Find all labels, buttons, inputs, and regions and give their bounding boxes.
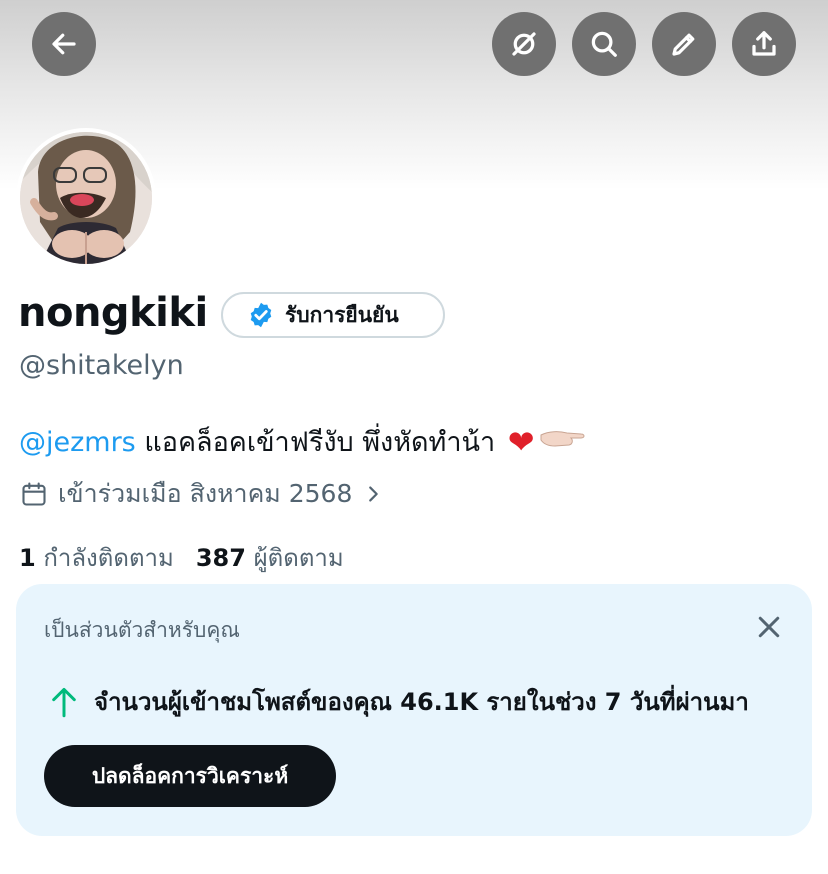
following-count: 1 (19, 544, 36, 572)
heart-icon: ❤ (507, 423, 535, 461)
verify-label: รับการยืนยัน (285, 302, 399, 327)
profile-handle: @shitakelyn (19, 350, 184, 381)
avatar-image (20, 132, 152, 264)
chevron-right-icon (369, 486, 379, 502)
follow-stats: 1 กำลังติดตาม 387 ผู้ติดตาม (19, 538, 344, 577)
edit-icon (672, 33, 695, 56)
impressions-text: จำนวนผู้เข้าชมโพสต์ของคุณ 46.1K รายในช่ว… (94, 688, 749, 716)
up-arrow-icon (52, 687, 76, 717)
share-button[interactable] (732, 12, 796, 76)
hide-button[interactable] (492, 12, 556, 76)
followers-count: 387 (195, 544, 246, 572)
impressions-stat: จำนวนผู้เข้าชมโพสต์ของคุณ 46.1K รายในช่ว… (50, 682, 749, 721)
joined-text: เข้าร่วมเมือ สิงหาคม 2568 (58, 479, 353, 508)
search-icon (591, 31, 617, 57)
search-button[interactable] (572, 12, 636, 76)
card-title: เป็นส่วนตัวสำหรับคุณ (44, 618, 240, 642)
avatar[interactable] (16, 128, 156, 268)
following-label: กำลังติดตาม (43, 544, 174, 572)
close-card-button[interactable] (754, 612, 784, 642)
back-arrow-icon (52, 33, 76, 55)
pointing-hand-icon (540, 431, 585, 447)
verified-badge-icon (250, 302, 272, 328)
edit-button[interactable] (652, 12, 716, 76)
display-name: nongkiki (18, 290, 208, 336)
share-icon (752, 31, 776, 56)
profile-bio: @jezmrs แอคล็อคเข้าฟรีงับ พึ่งหัดทำน้า ❤ (19, 420, 585, 463)
profile-page: nongkiki รับการยืนยัน @shitakelyn @jezmr… (0, 0, 828, 874)
following-link[interactable]: 1 กำลังติดตาม (19, 538, 174, 577)
bio-mention-link[interactable]: @jezmrs (19, 427, 136, 458)
close-icon (758, 616, 780, 638)
joined-date[interactable]: เข้าร่วมเมือ สิงหาคม 2568 (20, 474, 384, 514)
personalized-insights-card: เป็นส่วนตัวสำหรับคุณ จำนวนผู้เข้าชมโพสต์… (16, 584, 812, 836)
get-verified-button[interactable]: รับการยืนยัน (221, 292, 445, 338)
followers-link[interactable]: 387 ผู้ติดตาม (196, 538, 344, 577)
unlock-analytics-button[interactable]: ปลดล็อคการวิเคราะห์ (44, 745, 336, 807)
back-button[interactable] (32, 12, 96, 76)
bio-text: แอคล็อคเข้าฟรีงับ พึ่งหัดทำน้า (135, 427, 504, 458)
hide-icon (512, 32, 536, 56)
calendar-icon (22, 482, 46, 506)
followers-label: ผู้ติดตาม (253, 544, 344, 572)
